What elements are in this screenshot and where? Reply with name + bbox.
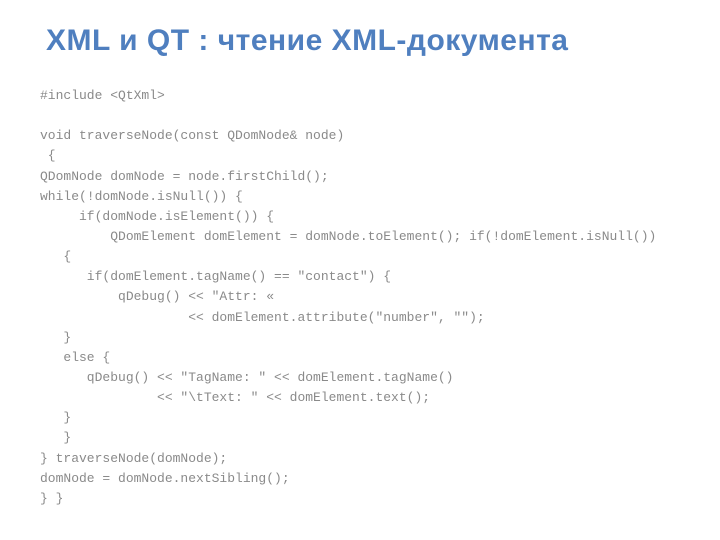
code-line: } traverseNode(domNode); bbox=[40, 451, 227, 466]
code-line: { bbox=[40, 148, 56, 163]
code-line: } bbox=[40, 330, 71, 345]
code-line: } } bbox=[40, 491, 63, 506]
code-line: while(!domNode.isNull()) { bbox=[40, 189, 243, 204]
code-line: << "\tText: " << domElement.text(); bbox=[40, 390, 430, 405]
slide: XML и QT : чтение XML-документа #include… bbox=[0, 0, 720, 540]
code-line: { bbox=[40, 249, 71, 264]
code-line: << domElement.attribute("number", ""); bbox=[40, 310, 485, 325]
code-line: QDomElement domElement = domNode.toEleme… bbox=[40, 229, 656, 244]
code-line: } bbox=[40, 410, 71, 425]
slide-title: XML и QT : чтение XML-документа bbox=[46, 24, 680, 58]
code-line: } bbox=[40, 430, 71, 445]
code-line: if(domNode.isElement()) { bbox=[40, 209, 274, 224]
code-block: #include <QtXml> void traverseNode(const… bbox=[40, 86, 680, 509]
code-line: qDebug() << "Attr: « bbox=[40, 289, 274, 304]
code-line: if(domElement.tagName() == "contact") { bbox=[40, 269, 391, 284]
code-line: void traverseNode(const QDomNode& node) bbox=[40, 128, 344, 143]
code-line: domNode = domNode.nextSibling(); bbox=[40, 471, 290, 486]
code-line: #include <QtXml> bbox=[40, 88, 165, 103]
code-line: QDomNode domNode = node.firstChild(); bbox=[40, 169, 329, 184]
code-line: qDebug() << "TagName: " << domElement.ta… bbox=[40, 370, 453, 385]
code-line: else { bbox=[40, 350, 110, 365]
